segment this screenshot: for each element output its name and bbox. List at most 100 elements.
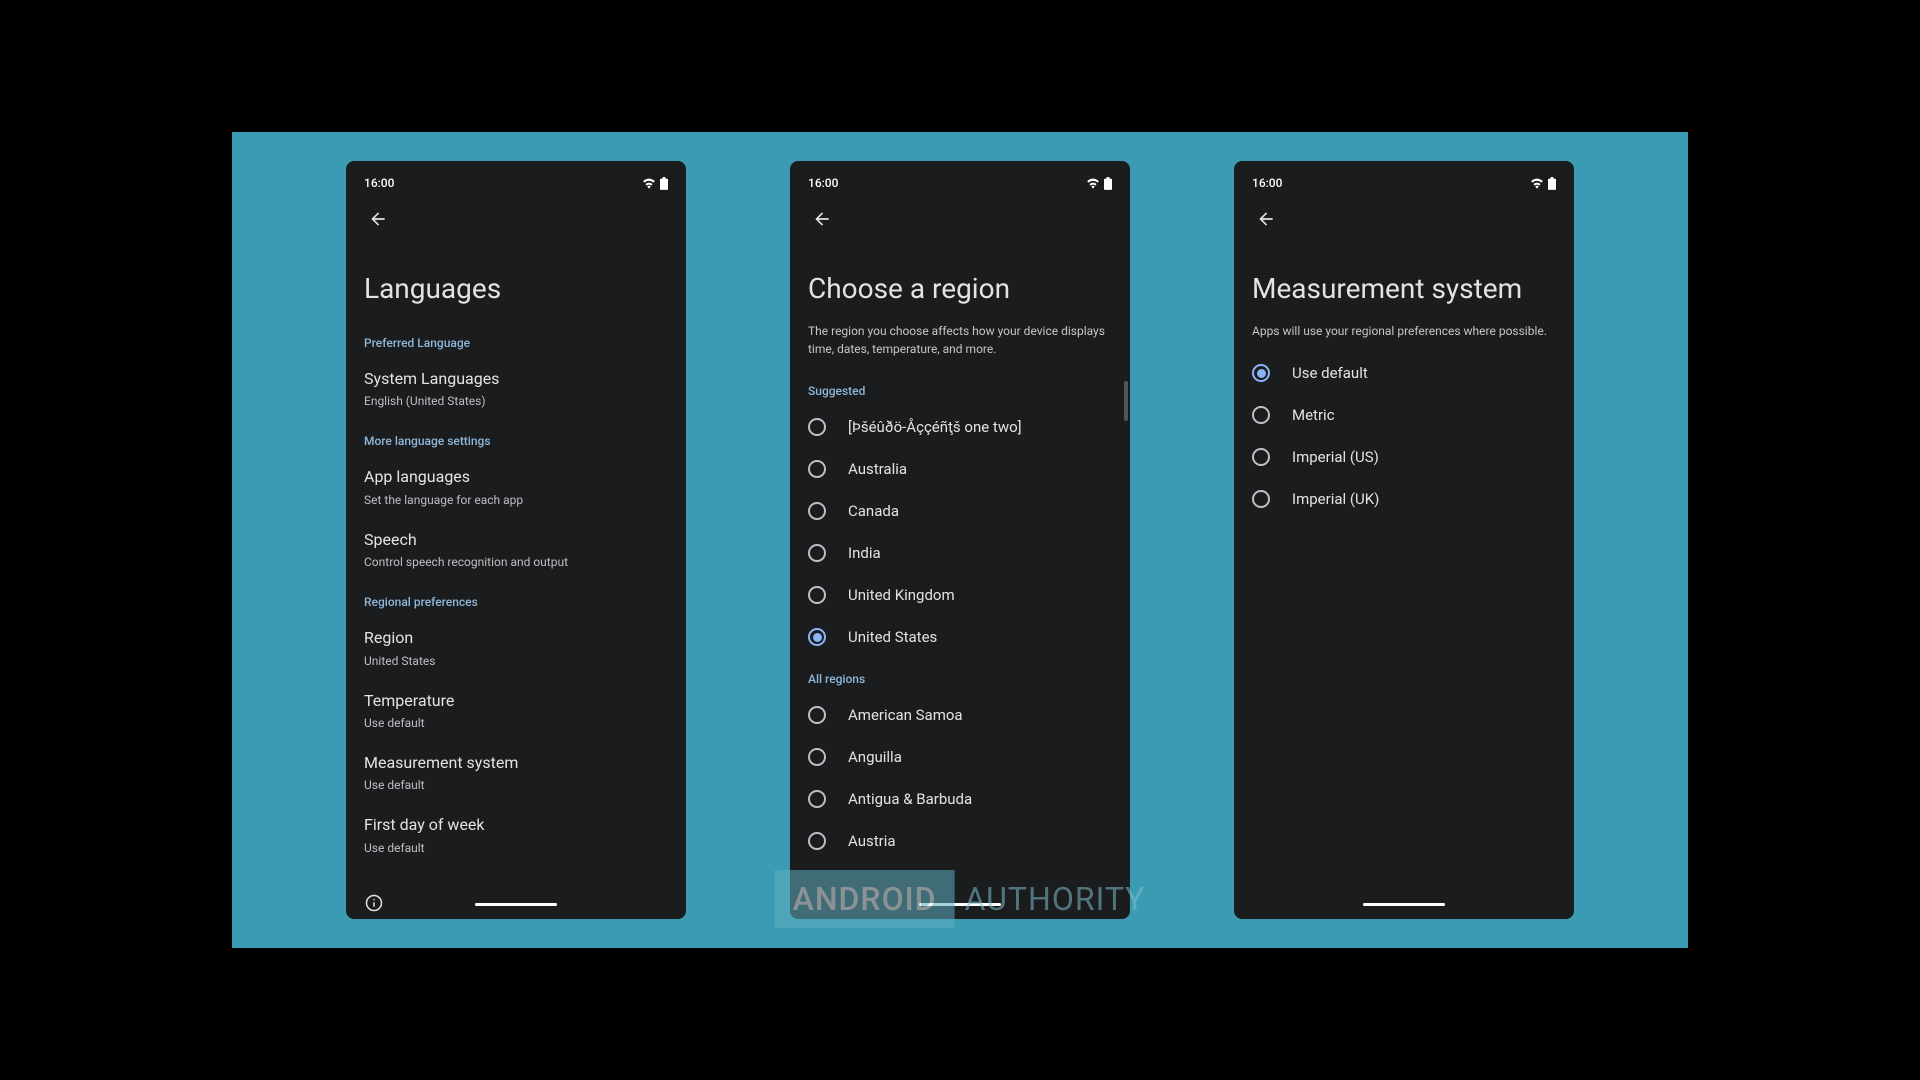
- measurement-option-default[interactable]: Use default: [1234, 352, 1574, 394]
- region-option-antigua[interactable]: Antigua & Barbuda: [790, 778, 1130, 820]
- nav-handle[interactable]: [919, 903, 1001, 906]
- status-time: 16:00: [1252, 176, 1282, 190]
- region-option-anguilla[interactable]: Anguilla: [790, 736, 1130, 778]
- measurement-option-imperial-uk[interactable]: Imperial (UK): [1234, 478, 1574, 520]
- phone-languages: 16:00 Languages Preferred Language Syste…: [346, 161, 686, 919]
- radio-icon: [1252, 406, 1270, 424]
- radio-icon: [808, 706, 826, 724]
- status-icons: [1086, 177, 1112, 190]
- radio-label: United Kingdom: [848, 586, 955, 604]
- radio-label: United States: [848, 628, 937, 646]
- region-option-india[interactable]: India: [790, 532, 1130, 574]
- section-all-regions: All regions: [790, 658, 1130, 694]
- region-option-uk[interactable]: United Kingdom: [790, 574, 1130, 616]
- section-suggested: Suggested: [790, 370, 1130, 406]
- languages-content[interactable]: Languages Preferred Language System Lang…: [346, 243, 686, 919]
- region-option-canada[interactable]: Canada: [790, 490, 1130, 532]
- status-bar: 16:00: [346, 171, 686, 195]
- battery-icon: [1104, 177, 1112, 190]
- setting-measurement-system[interactable]: Measurement system Use default: [346, 742, 686, 804]
- nav-handle[interactable]: [475, 903, 557, 906]
- setting-title: App languages: [364, 466, 668, 488]
- radio-icon: [808, 832, 826, 850]
- wifi-icon: [1530, 178, 1544, 189]
- radio-label: Imperial (US): [1292, 448, 1379, 466]
- radio-icon: [808, 418, 826, 436]
- status-bar: 16:00: [790, 171, 1130, 195]
- measurement-content[interactable]: Measurement system Apps will use your re…: [1234, 243, 1574, 919]
- setting-subtitle: Control speech recognition and output: [364, 553, 668, 571]
- radio-icon: [808, 790, 826, 808]
- radio-label: Use default: [1292, 364, 1368, 382]
- radio-label: Canada: [848, 502, 899, 520]
- region-option-austria[interactable]: Austria: [790, 820, 1130, 862]
- status-icons: [642, 177, 668, 190]
- radio-icon: [1252, 490, 1270, 508]
- radio-icon: [808, 460, 826, 478]
- setting-title: System Languages: [364, 368, 668, 390]
- setting-temperature[interactable]: Temperature Use default: [346, 680, 686, 742]
- page-subtitle: The region you choose affects how your d…: [790, 322, 1130, 370]
- setting-system-languages[interactable]: System Languages English (United States): [346, 358, 686, 420]
- setting-subtitle: English (United States): [364, 392, 668, 410]
- radio-icon: [808, 544, 826, 562]
- region-option-american-samoa[interactable]: American Samoa: [790, 694, 1130, 736]
- status-bar: 16:00: [1234, 171, 1574, 195]
- setting-title: Region: [364, 627, 668, 649]
- arrow-back-icon: [368, 209, 388, 229]
- toolbar: [790, 195, 1130, 243]
- radio-icon: [808, 628, 826, 646]
- radio-icon: [1252, 364, 1270, 382]
- measurement-option-imperial-us[interactable]: Imperial (US): [1234, 436, 1574, 478]
- radio-label: Imperial (UK): [1292, 490, 1379, 508]
- setting-title: Measurement system: [364, 752, 668, 774]
- status-time: 16:00: [808, 176, 838, 190]
- setting-subtitle: Use default: [364, 714, 668, 732]
- wifi-icon: [642, 178, 656, 189]
- radio-label: Antigua & Barbuda: [848, 790, 972, 808]
- radio-icon: [808, 586, 826, 604]
- back-button[interactable]: [802, 199, 842, 239]
- back-button[interactable]: [358, 199, 398, 239]
- status-time: 16:00: [364, 176, 394, 190]
- setting-subtitle: Use default: [364, 839, 668, 857]
- battery-icon: [660, 177, 668, 190]
- section-preferred-language: Preferred Language: [346, 322, 686, 358]
- radio-icon: [808, 748, 826, 766]
- region-option-us[interactable]: United States: [790, 616, 1130, 658]
- setting-title: First day of week: [364, 814, 668, 836]
- region-content[interactable]: Choose a region The region you choose af…: [790, 243, 1130, 919]
- toolbar: [1234, 195, 1574, 243]
- radio-label: India: [848, 544, 881, 562]
- scrollbar-thumb[interactable]: [1124, 381, 1128, 421]
- back-button[interactable]: [1246, 199, 1286, 239]
- nav-bar: [346, 895, 686, 913]
- page-title: Measurement system: [1234, 243, 1574, 322]
- radio-icon: [808, 502, 826, 520]
- page-title: Languages: [346, 243, 686, 322]
- region-option-pseudo[interactable]: [Þšéûðö-Åççéñţš one two]: [790, 406, 1130, 448]
- phone-measurement: 16:00 Measurement system Apps will use y…: [1234, 161, 1574, 919]
- radio-label: Australia: [848, 460, 907, 478]
- setting-title: Speech: [364, 529, 668, 551]
- wifi-icon: [1086, 178, 1100, 189]
- battery-icon: [1548, 177, 1556, 190]
- radio-label: Austria: [848, 832, 896, 850]
- setting-app-languages[interactable]: App languages Set the language for each …: [346, 456, 686, 518]
- radio-label: American Samoa: [848, 706, 963, 724]
- nav-handle[interactable]: [1363, 903, 1445, 906]
- screenshot-canvas: 16:00 Languages Preferred Language Syste…: [232, 132, 1688, 948]
- measurement-option-metric[interactable]: Metric: [1234, 394, 1574, 436]
- section-regional-preferences: Regional preferences: [346, 581, 686, 617]
- page-title: Choose a region: [790, 243, 1130, 322]
- setting-subtitle: Use default: [364, 776, 668, 794]
- toolbar: [346, 195, 686, 243]
- setting-subtitle: United States: [364, 652, 668, 670]
- setting-speech[interactable]: Speech Control speech recognition and ou…: [346, 519, 686, 581]
- setting-first-day-of-week[interactable]: First day of week Use default: [346, 804, 686, 866]
- radio-label: Metric: [1292, 406, 1335, 424]
- setting-region[interactable]: Region United States: [346, 617, 686, 679]
- radio-label: Anguilla: [848, 748, 902, 766]
- arrow-back-icon: [1256, 209, 1276, 229]
- region-option-australia[interactable]: Australia: [790, 448, 1130, 490]
